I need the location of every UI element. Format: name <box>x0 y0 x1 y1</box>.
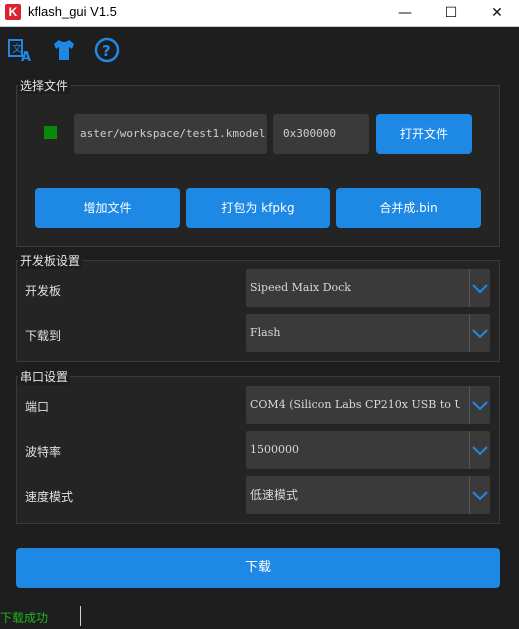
serial-group-title: 串口设置 <box>18 368 71 385</box>
board-group-title: 开发板设置 <box>18 252 83 269</box>
chevron-down-icon[interactable] <box>469 431 490 469</box>
file-group-title: 选择文件 <box>18 77 71 94</box>
kflash-app-icon: K <box>5 4 21 20</box>
download-to-value: Flash <box>250 326 281 339</box>
chevron-down-icon[interactable] <box>469 386 490 424</box>
svg-text:A: A <box>21 50 31 63</box>
svg-text:?: ? <box>102 42 111 60</box>
language-icon[interactable]: 文 A <box>8 37 34 65</box>
title-bar: K kflash_gui V1.5 — ☐ ✕ <box>0 0 519 27</box>
chevron-down-icon[interactable] <box>469 476 490 514</box>
port-label: 端口 <box>25 400 50 414</box>
merge-bin-button[interactable]: 合并成.bin <box>336 188 481 228</box>
port-value: COM4 (Silicon Labs CP210x USB to U <box>250 398 460 411</box>
chevron-down-icon[interactable] <box>469 269 490 307</box>
board-select-value: Sipeed Maix Dock <box>250 281 351 294</box>
baud-value: 1500000 <box>250 443 299 456</box>
board-label: 开发板 <box>25 284 62 298</box>
download-to-select[interactable]: Flash <box>246 314 490 352</box>
baud-select[interactable]: 1500000 <box>246 431 490 469</box>
maximize-button[interactable]: ☐ <box>428 0 474 26</box>
chevron-down-icon[interactable] <box>469 314 490 352</box>
file-path-input[interactable]: aster/workspace/test1.kmodel <box>74 114 267 154</box>
file-enabled-indicator[interactable] <box>44 126 57 139</box>
address-input[interactable]: 0x300000 <box>273 114 369 154</box>
help-icon[interactable]: ? <box>94 37 120 63</box>
board-select[interactable]: Sipeed Maix Dock <box>246 269 490 307</box>
open-file-button[interactable]: 打开文件 <box>376 114 472 154</box>
status-text: 下载成功 <box>0 611 49 625</box>
port-select[interactable]: COM4 (Silicon Labs CP210x USB to U <box>246 386 490 424</box>
speed-mode-value: 低速模式 <box>250 488 299 502</box>
status-bar: 下载成功 <box>0 604 519 629</box>
speed-mode-select[interactable]: 低速模式 <box>246 476 490 514</box>
baud-label: 波特率 <box>25 445 62 459</box>
add-file-button[interactable]: 增加文件 <box>35 188 180 228</box>
close-button[interactable]: ✕ <box>474 0 519 26</box>
pack-kfpkg-button[interactable]: 打包为 kfpkg <box>186 188 330 228</box>
minimize-button[interactable]: — <box>382 0 428 26</box>
window-title: kflash_gui V1.5 <box>28 4 117 19</box>
shirt-icon[interactable] <box>51 37 77 63</box>
download-to-label: 下载到 <box>25 329 62 343</box>
download-button[interactable]: 下载 <box>16 548 500 588</box>
status-divider <box>80 606 81 626</box>
speed-mode-label: 速度模式 <box>25 490 74 504</box>
